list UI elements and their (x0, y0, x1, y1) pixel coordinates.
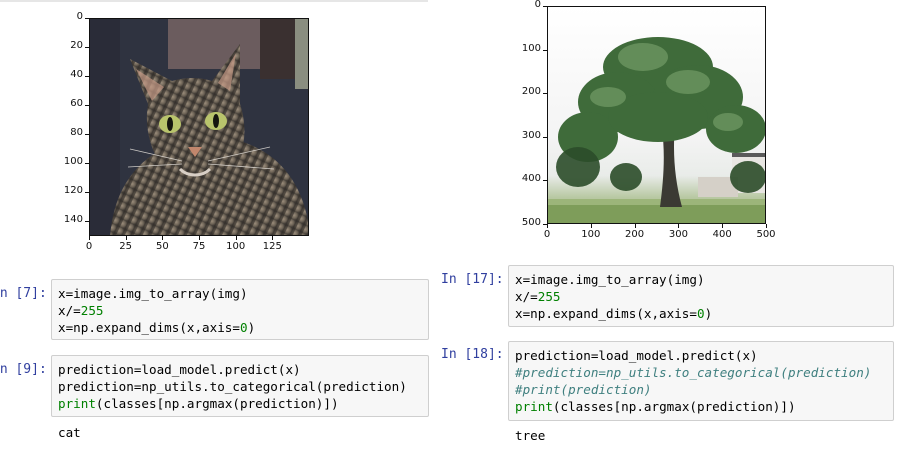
y-axis-tick-label: 300 (521, 129, 541, 141)
code-token-number: 255 (537, 289, 561, 304)
y-axis-tick-label: 140 (63, 214, 83, 226)
code-token: x=np.expand_dims(x,axis= (515, 306, 697, 321)
y-axis-tick-label: 400 (521, 173, 541, 185)
code-token: (classes[np.argmax(prediction)]) (95, 396, 339, 411)
y-axis-tick-label: 100 (521, 42, 541, 54)
cell-output: tree (515, 428, 546, 443)
y-axis-tick-mark (543, 6, 547, 7)
code-line-comment: #print(prediction) (515, 382, 652, 397)
right-notebook-panel: 0 100 200 300 400 500 0 100 200 300 400 500 In [17]… (437, 0, 901, 450)
x-axis-tick-label: 50 (155, 241, 169, 252)
x-axis-tick-mark (590, 224, 592, 228)
code-line: x=np.expand_dims(x,axis=0) (515, 305, 887, 322)
y-axis-tick-label: 0 (76, 11, 83, 22)
y-axis-tick-label: 80 (70, 127, 83, 139)
y-axis-tick-mark (85, 134, 89, 136)
x-axis-tick-mark (89, 236, 90, 240)
code-token-number: 0 (239, 320, 248, 335)
y-axis-tick-label: 100 (63, 156, 83, 168)
y-axis-tick-mark (85, 221, 89, 223)
x-axis-tick-label: 25 (119, 241, 133, 252)
code-line: prediction=np_utils.to_categorical(predi… (58, 379, 407, 394)
cat-image (90, 19, 308, 235)
code-input-area[interactable]: x=image.img_to_array(img) x/=255 x=np.ex… (508, 265, 894, 327)
x-axis-tick-mark (272, 236, 274, 240)
tree-image (548, 7, 765, 223)
cat-image-plot: 0 20 40 60 80 100 120 140 0 25 50 75 100 125 (0, 0, 330, 260)
code-input-area[interactable]: prediction=load_model.predict(x) #predic… (508, 341, 894, 421)
cell-prompt: In [7]: (0, 286, 47, 301)
code-input-area[interactable]: x=image.img_to_array(img) x/=255 x=np.ex… (51, 279, 429, 340)
left-notebook-panel: 0204060801001201400255075100125 In [7]: … (0, 0, 435, 450)
cell-prompt: In [17]: (441, 272, 504, 287)
code-line: x/=255 (58, 302, 422, 319)
x-axis-tick-mark (125, 236, 127, 240)
x-axis-tick-mark (162, 236, 164, 240)
x-axis-tick-mark (678, 224, 680, 228)
code-line: prediction=load_model.predict(x) (515, 348, 758, 363)
code-token: x/= (515, 289, 538, 304)
x-axis-tick-mark (199, 236, 200, 240)
y-axis-tick-mark (543, 136, 547, 138)
y-axis-tick-mark (85, 192, 89, 194)
code-token-number: 255 (80, 303, 104, 318)
tree-picture (548, 37, 765, 223)
y-axis-tick-mark (85, 105, 89, 107)
code-line: x=image.img_to_array(img) (58, 286, 248, 301)
y-axis-tick-mark (85, 47, 89, 49)
cell-prompt: In [9]: (0, 362, 47, 377)
y-axis-tick-mark (85, 18, 89, 19)
code-token: ) (704, 306, 713, 321)
code-token-builtin: print (58, 396, 96, 411)
tree-image-axes (547, 6, 766, 224)
x-axis-tick-mark (722, 224, 724, 228)
x-axis-tick-label: 400 (712, 229, 732, 240)
cat-image-axes (89, 18, 309, 236)
y-axis-tick-label: 0 (534, 0, 541, 10)
y-axis-tick-mark (543, 93, 547, 95)
code-line: print(classes[np.argmax(prediction)]) (515, 398, 887, 415)
x-axis-tick-label: 300 (668, 229, 688, 240)
x-axis-tick-label: 0 (85, 241, 93, 252)
y-axis-tick-mark (85, 163, 89, 165)
code-token: (classes[np.argmax(prediction)]) (552, 399, 796, 414)
y-axis-tick-label: 120 (63, 185, 83, 197)
cell-prompt: In [18]: (441, 347, 504, 362)
x-axis-tick-label: 75 (192, 241, 206, 252)
tree-image-plot: 0 100 200 300 400 500 0 100 200 300 400 500 (437, 0, 787, 250)
code-line: prediction=load_model.predict(x) (58, 362, 301, 377)
x-axis-tick-label: 125 (262, 241, 282, 252)
code-token: x/= (58, 303, 81, 318)
cat-picture (90, 19, 308, 235)
code-line: print(classes[np.argmax(prediction)]) (58, 395, 422, 412)
code-token-number: 0 (696, 306, 705, 321)
code-token-builtin: print (515, 399, 553, 414)
x-axis-tick-label: 0 (543, 229, 551, 240)
x-axis-tick-label: 100 (226, 241, 246, 252)
x-axis-tick-label: 100 (581, 229, 601, 240)
y-axis-tick-mark (85, 76, 89, 78)
code-line: x=np.expand_dims(x,axis=0) (58, 319, 422, 336)
y-axis-tick-label: 60 (70, 98, 83, 110)
x-axis-tick-mark (547, 224, 548, 228)
y-axis-tick-label: 20 (70, 40, 83, 52)
code-line-comment: #prediction=np_utils.to_categorical(pred… (515, 365, 872, 380)
y-axis-tick-mark (543, 49, 547, 51)
y-axis-tick-mark (543, 180, 547, 182)
code-line: x/=255 (515, 288, 887, 305)
code-token: ) (247, 320, 256, 335)
code-input-area[interactable]: prediction=load_model.predict(x) predict… (51, 355, 429, 417)
x-axis-tick-label: 500 (756, 229, 776, 240)
x-axis-tick-mark (634, 224, 636, 228)
code-token: x=np.expand_dims(x,axis= (58, 320, 240, 335)
x-axis-tick-mark (766, 224, 767, 228)
x-axis-tick-label: 200 (625, 229, 645, 240)
code-line: x=image.img_to_array(img) (515, 272, 705, 287)
y-axis-tick-label: 40 (70, 69, 83, 81)
y-axis-tick-label: 500 (521, 217, 541, 228)
y-axis-tick-label: 200 (521, 86, 541, 98)
x-axis-tick-mark (235, 236, 237, 240)
cell-output: cat (58, 425, 81, 440)
